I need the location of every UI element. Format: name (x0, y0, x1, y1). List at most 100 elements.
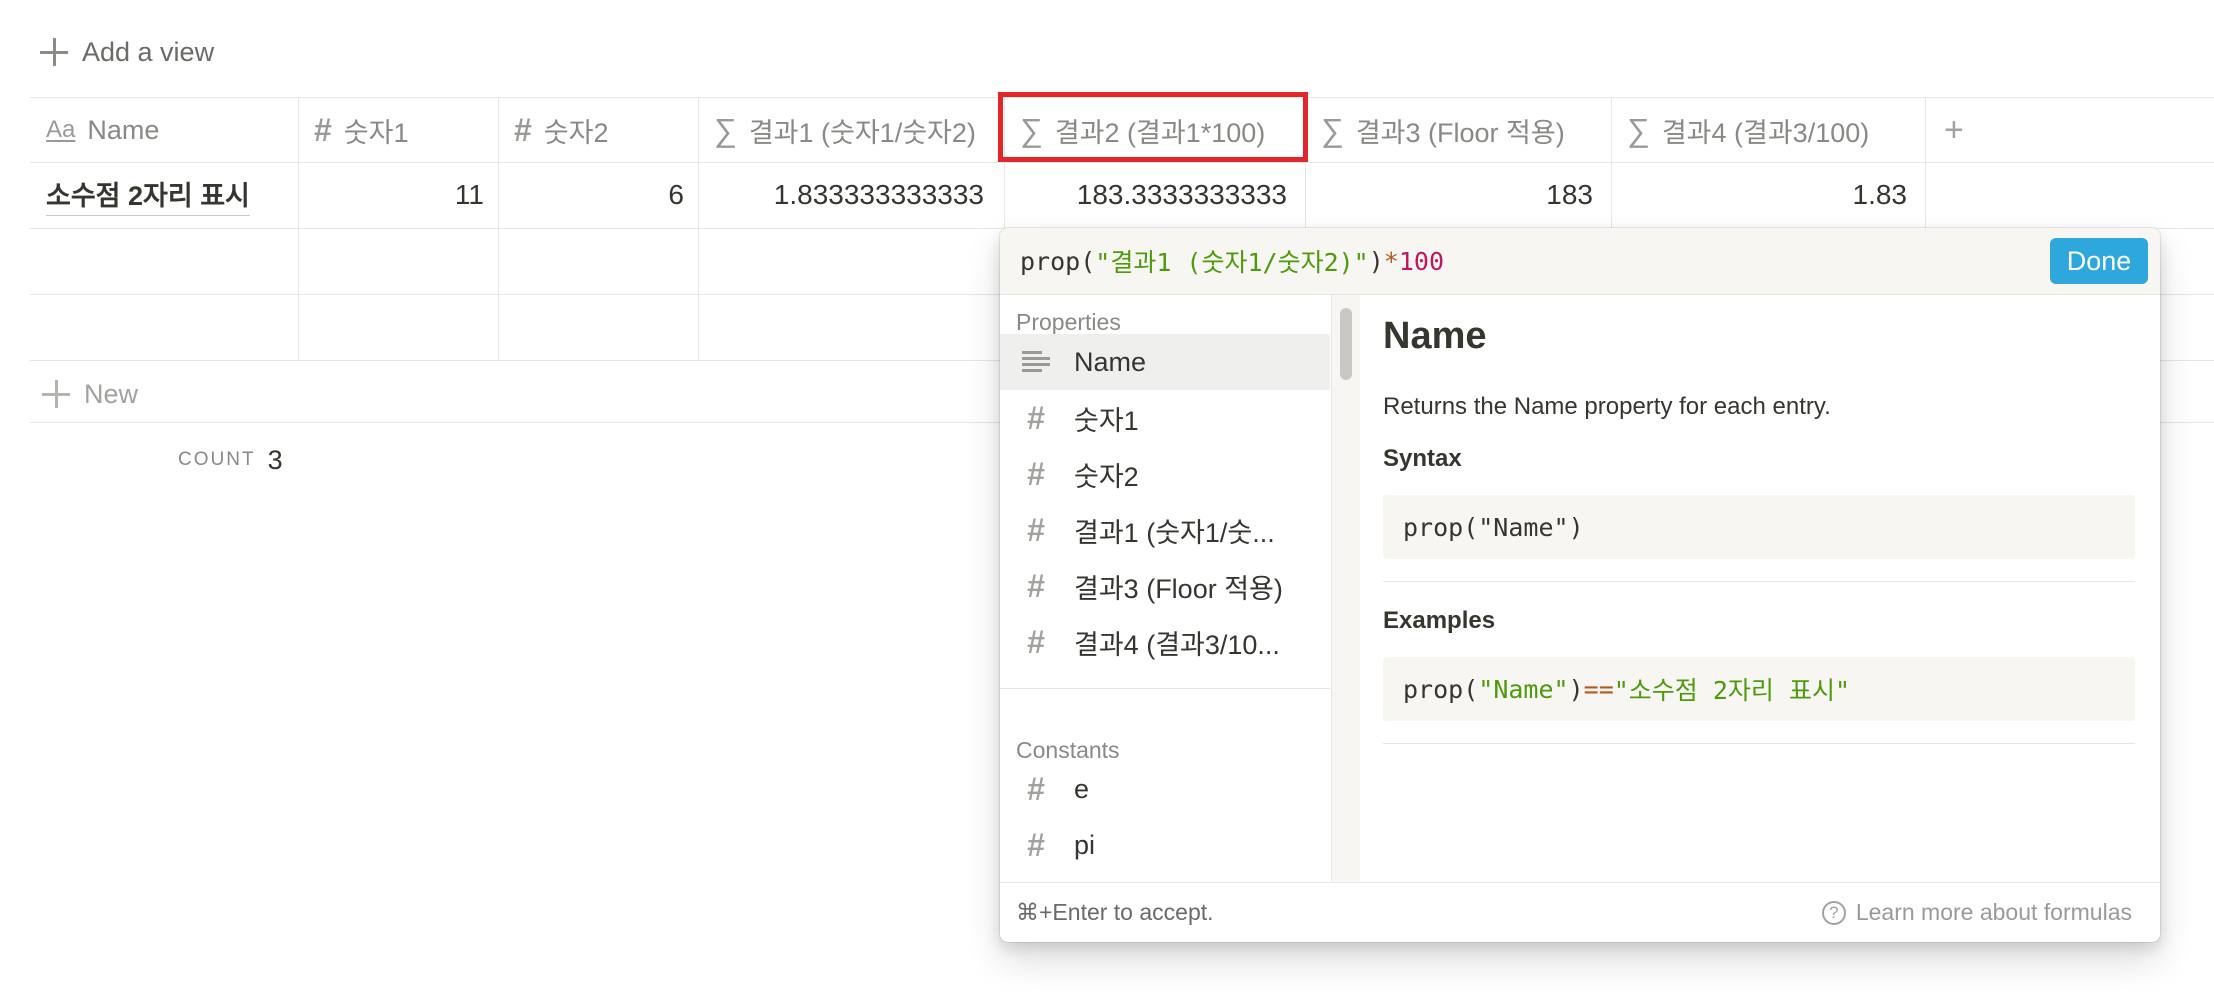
hash-icon: # (1027, 455, 1045, 492)
cell-result1[interactable]: 1.833333333333 (700, 162, 1004, 228)
add-view-button[interactable]: Add a view (40, 30, 214, 74)
sigma-icon: ∑ (714, 111, 737, 148)
highlight-box (998, 92, 1308, 162)
column-header-name[interactable]: Aa Name (32, 98, 298, 162)
column-header-num1[interactable]: # 숫자1 (300, 98, 498, 162)
text-lines-icon (1022, 351, 1050, 373)
column-divider (1925, 97, 1926, 228)
example-operator: == (1583, 674, 1614, 704)
plus-icon (42, 380, 70, 408)
example-code: prop("Name") == "소수점 2자리 표시" (1383, 657, 2135, 721)
property-item-result3[interactable]: # 결과3 (Floor 적용) (1000, 558, 1330, 614)
hash-icon: # (1027, 826, 1045, 863)
example-arg: "Name" (1478, 674, 1569, 704)
column-divider (498, 97, 499, 360)
property-item-name[interactable]: Name (1000, 334, 1330, 390)
cell-result4[interactable]: 1.83 (1613, 162, 1925, 228)
documentation-panel: Name Returns the Name property for each … (1361, 295, 2160, 881)
column-header-result3[interactable]: ∑ 결과3 (Floor 적용) (1307, 98, 1611, 162)
column-header-label: 결과4 (결과3/100) (1661, 117, 1870, 148)
new-row-button[interactable]: New (42, 364, 138, 424)
properties-header: Properties (1016, 309, 1121, 335)
property-item-num1[interactable]: # 숫자1 (1000, 390, 1330, 446)
property-label: Name (1074, 346, 1147, 377)
property-label: 숫자1 (1074, 405, 1139, 436)
property-label: 결과3 (Floor 적용) (1074, 573, 1283, 604)
doc-title: Name (1383, 315, 1487, 357)
doc-description: Returns the Name property for each entry… (1383, 393, 1831, 420)
sigma-icon: ∑ (1627, 111, 1650, 148)
count-summary[interactable]: COUNT 3 (178, 440, 283, 480)
help-icon: ? (1821, 900, 1846, 925)
plus-icon: + (1944, 110, 1964, 149)
row-name-text: 소수점 2자리 표시 (46, 174, 250, 216)
syntax-heading: Syntax (1383, 445, 1462, 472)
column-header-result4[interactable]: ∑ 결과4 (결과3/100) (1613, 98, 1925, 162)
constant-item-e[interactable]: # e (1000, 761, 1330, 817)
doc-divider (1383, 581, 2135, 582)
add-view-label: Add a view (82, 36, 215, 67)
property-label: 숫자2 (1074, 461, 1139, 492)
cell-result3[interactable]: 183 (1307, 162, 1611, 228)
count-value: 3 (267, 444, 283, 475)
property-label: 결과1 (숫자1/숫... (1074, 517, 1275, 548)
column-header-label: Name (87, 114, 160, 145)
property-item-num2[interactable]: # 숫자2 (1000, 446, 1330, 502)
plus-icon (40, 38, 68, 66)
hash-icon: # (514, 111, 532, 148)
formula-close: ) (1368, 246, 1384, 276)
formula-fn: prop( (1020, 246, 1096, 276)
column-divider (298, 97, 299, 360)
column-divider (1611, 97, 1612, 228)
hash-icon: # (1027, 511, 1045, 548)
scrollbar-thumb[interactable] (1340, 308, 1352, 380)
formula-arg: "결과1 (숫자1/숫자2)" (1095, 248, 1369, 277)
row-name-cell[interactable]: 소수점 2자리 표시 (46, 162, 250, 228)
property-item-result1[interactable]: # 결과1 (숫자1/숫... (1000, 502, 1330, 558)
formula-input[interactable]: prop("결과1 (숫자1/숫자2)") * 100 Done (1000, 228, 2160, 295)
formula-operator: * (1383, 246, 1399, 276)
section-divider (1000, 688, 1330, 689)
count-label: COUNT (178, 449, 256, 470)
column-header-label: 숫자1 (343, 117, 409, 148)
properties-list[interactable]: Properties Name # 숫자1 # 숫자2 # 결과1 (숫자1/숫… (1000, 295, 1332, 881)
cell-num1[interactable]: 11 (300, 162, 498, 228)
column-header-label: 결과3 (Floor 적용) (1355, 117, 1565, 148)
popup-footer: ⌘+Enter to accept. ? Learn more about fo… (1000, 882, 2160, 942)
cell-result2[interactable]: 183.3333333333 (1006, 162, 1305, 228)
column-header-label: 숫자2 (543, 117, 609, 148)
example-close: ) (1568, 674, 1584, 704)
column-header-label: 결과1 (숫자1/숫자2) (748, 117, 976, 148)
accept-hint: ⌘+Enter to accept. (1016, 899, 1214, 925)
constants-header: Constants (1016, 737, 1120, 763)
done-button[interactable]: Done (2050, 238, 2148, 284)
cell-num2[interactable]: 6 (500, 162, 698, 228)
sigma-icon: ∑ (1321, 111, 1344, 148)
examples-heading: Examples (1383, 607, 1496, 634)
hash-icon: # (1027, 567, 1045, 604)
doc-divider (1383, 743, 2135, 744)
constant-label: pi (1074, 829, 1096, 860)
example-fn: prop( (1403, 674, 1479, 704)
new-row-label: New (84, 378, 139, 409)
property-label: 결과4 (결과3/10... (1074, 629, 1280, 660)
column-divider (698, 97, 699, 360)
scrollbar-track (1332, 295, 1360, 881)
formula-number: 100 (1398, 246, 1445, 276)
column-header-num2[interactable]: # 숫자2 (500, 98, 698, 162)
syntax-code: prop("Name") (1383, 495, 2135, 559)
learn-more-link[interactable]: ? Learn more about formulas (1821, 899, 2132, 926)
constant-label: e (1074, 773, 1090, 804)
property-item-result4[interactable]: # 결과4 (결과3/10... (1000, 614, 1330, 670)
column-header-result1[interactable]: ∑ 결과1 (숫자1/숫자2) (700, 98, 1004, 162)
formula-text[interactable]: prop("결과1 (숫자1/숫자2)") * 100 (1020, 228, 1444, 294)
learn-more-label: Learn more about formulas (1855, 899, 2132, 925)
hash-icon: # (1027, 399, 1045, 436)
formula-editor-popup: prop("결과1 (숫자1/숫자2)") * 100 Done Propert… (1000, 228, 2160, 942)
hash-icon: # (314, 111, 332, 148)
hash-icon: # (1027, 770, 1045, 807)
add-column-button[interactable]: + (1930, 98, 1990, 162)
hash-icon: # (1027, 623, 1045, 660)
constant-item-pi[interactable]: # pi (1000, 817, 1330, 873)
text-aa-icon: Aa (46, 116, 76, 143)
